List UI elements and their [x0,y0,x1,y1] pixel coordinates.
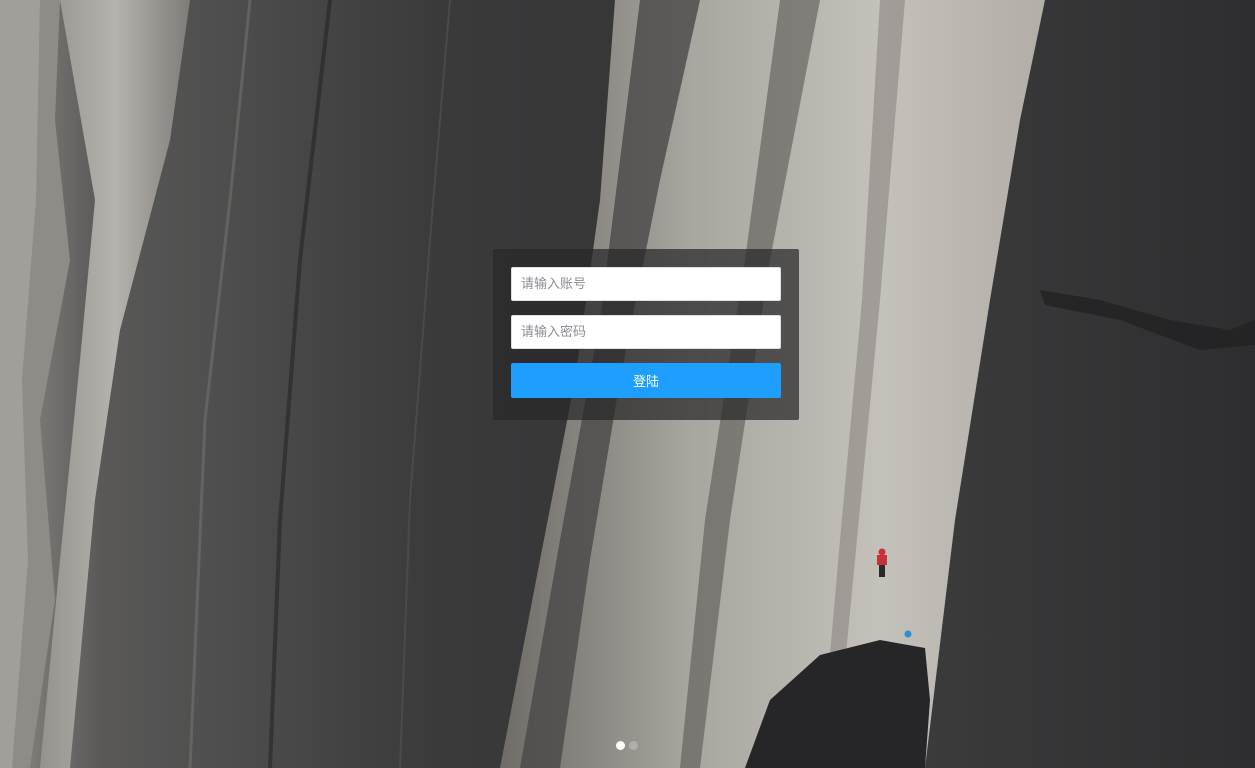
password-input[interactable] [511,315,781,349]
login-button[interactable]: 登陆 [511,363,781,398]
carousel-dot-2[interactable] [629,741,638,750]
account-input[interactable] [511,267,781,301]
carousel-dot-1[interactable] [616,741,625,750]
login-page: 登陆 [0,0,1255,768]
carousel-indicator [616,741,638,750]
login-form: 登陆 [493,249,799,420]
